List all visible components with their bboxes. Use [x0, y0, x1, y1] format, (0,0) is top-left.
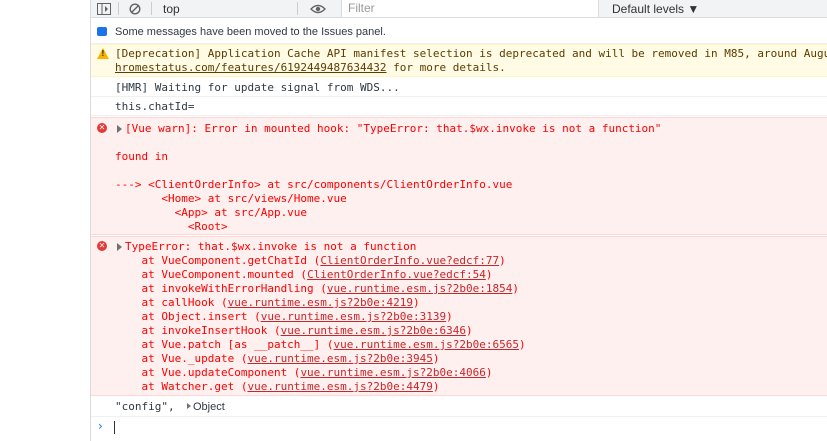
vue-warn-head[interactable]: [Vue warn]: Error in mounted hook: "Type… [125, 122, 661, 136]
chromestatus-link[interactable]: hromestatus.com/features/619244948763443… [115, 61, 387, 74]
stack-frame: at invokeWithErrorHandling (vue.runtime.… [115, 282, 519, 296]
stack-frame: at Object.insert (vue.runtime.esm.js?2b0… [115, 310, 453, 324]
stack-frame: at Vue.patch [as __patch__] (vue.runtime… [115, 338, 526, 352]
stack-frame: at Vue.updateComponent (vue.runtime.esm.… [115, 366, 493, 380]
issues-moved-message: Some messages have been moved to the Iss… [91, 18, 827, 44]
object-label[interactable]: Object [193, 400, 225, 414]
expand-triangle-icon[interactable] [117, 125, 122, 133]
source-link[interactable]: vue.runtime.esm.js?2b0e:4479 [247, 380, 432, 393]
stack-frame: at invokeInsertHook (vue.runtime.esm.js?… [115, 324, 473, 338]
error-icon: ✕ [97, 241, 107, 251]
source-link[interactable]: vue.runtime.esm.js?2b0e:1854 [327, 282, 512, 295]
frame-location: at Vue.patch [as __patch__] ( [115, 338, 334, 351]
stack-frame: at VueComponent.mounted (ClientOrderInfo… [115, 268, 493, 282]
filter-input[interactable]: Filter [341, 0, 599, 17]
component-trace-line: <App> at src/App.vue [115, 206, 308, 219]
component-trace-line: <Home> at src/views/Home.vue [115, 192, 347, 205]
chatid-log: this.chatId= [91, 97, 827, 116]
frame-location: at VueComponent.mounted ( [115, 268, 308, 281]
frame-location: at Watcher.get ( [115, 380, 248, 393]
config-log: "config", Object [91, 397, 827, 417]
deprecation-tail: for more details. [386, 61, 506, 74]
source-link[interactable]: vue.runtime.esm.js?2b0e:6565 [334, 338, 519, 351]
source-link[interactable]: vue.runtime.esm.js?2b0e:3139 [261, 310, 446, 323]
console-panel: top Filter Default levels ▼ Some message… [90, 0, 827, 441]
warning-icon: ! [97, 48, 109, 59]
deprecation-warning: ! [Deprecation] Application Cache API ma… [91, 44, 827, 77]
context-selector[interactable]: top [163, 0, 180, 17]
context-label: top [163, 1, 180, 16]
clear-console-icon[interactable] [129, 0, 141, 17]
live-expression-eye-icon[interactable] [310, 0, 326, 17]
frame-close-paren: ) [518, 338, 526, 351]
frame-close-paren: ) [446, 310, 453, 323]
frame-location: at invokeWithErrorHandling ( [115, 282, 327, 295]
source-link[interactable]: vue.runtime.esm.js?2b0e:4219 [228, 296, 413, 309]
stack-frame: at VueComponent.getChatId (ClientOrderIn… [115, 254, 506, 268]
component-trace-line: ---> <ClientOrderInfo> at src/components… [115, 178, 513, 191]
config-label: "config", [115, 400, 182, 413]
frame-close-paren: ) [485, 268, 493, 281]
frame-location: at callHook ( [115, 296, 228, 309]
issues-message-text: Some messages have been moved to the Iss… [115, 26, 386, 38]
stack-frame: at Watcher.get (vue.runtime.esm.js?2b0e:… [115, 380, 440, 394]
frame-location: at invokeInsertHook ( [115, 324, 281, 337]
source-link[interactable]: vue.runtime.esm.js?2b0e:4066 [300, 366, 485, 379]
frame-location: at VueComponent.getChatId ( [115, 254, 321, 267]
component-trace-line: <Root> [115, 220, 228, 233]
error-icon: ✕ [97, 123, 107, 133]
frame-close-paren: ) [432, 352, 440, 365]
frame-close-paren: ) [432, 380, 440, 393]
text-caret [114, 421, 115, 434]
frame-close-paren: ) [485, 366, 493, 379]
frame-close-paren: ) [512, 282, 519, 295]
sidebar-toggle-icon[interactable] [97, 0, 111, 17]
hmr-text: [HMR] Waiting for update signal from WDS… [115, 81, 400, 94]
deprecation-line2: hromestatus.com/features/619244948763443… [115, 61, 506, 75]
prompt-chevron-icon: › [98, 419, 103, 433]
stack-frame: at callHook (vue.runtime.esm.js?2b0e:421… [115, 296, 420, 310]
frame-location: at Object.insert ( [115, 310, 261, 323]
type-error: ✕ TypeError: that.$wx.invoke is not a fu… [91, 236, 827, 396]
source-link[interactable]: ClientOrderInfo.vue?edcf:77 [320, 254, 499, 267]
source-link[interactable]: vue.runtime.esm.js?2b0e:6346 [281, 324, 466, 337]
stack-frame: at Vue._update (vue.runtime.esm.js?2b0e:… [115, 352, 440, 366]
log-levels-dropdown[interactable]: Default levels ▼ [612, 0, 699, 17]
frame-close-paren: ) [413, 296, 420, 309]
hmr-log: [HMR] Waiting for update signal from WDS… [91, 79, 827, 97]
info-icon [97, 27, 107, 36]
source-link[interactable]: ClientOrderInfo.vue?edcf:54 [307, 268, 486, 281]
frame-close-paren: ) [499, 254, 506, 267]
object-expand-triangle-icon[interactable] [187, 403, 191, 409]
vue-warn-error: ✕ [Vue warn]: Error in mounted hook: "Ty… [91, 117, 827, 235]
type-error-head[interactable]: TypeError: that.$wx.invoke is not a func… [125, 240, 416, 254]
frame-close-paren: ) [466, 324, 473, 337]
chatid-text: this.chatId= [115, 100, 195, 113]
deprecation-text: [Deprecation] Application Cache API mani… [115, 47, 827, 60]
console-toolbar: top Filter Default levels ▼ [91, 0, 827, 18]
frame-location: at Vue._update ( [115, 352, 248, 365]
found-in-text: found in [115, 150, 168, 163]
console-prompt[interactable]: › [91, 418, 827, 438]
log-levels-label: Default levels ▼ [612, 1, 700, 16]
expand-triangle-icon[interactable] [117, 243, 122, 251]
frame-location: at Vue.updateComponent ( [115, 366, 301, 379]
source-link[interactable]: vue.runtime.esm.js?2b0e:3945 [247, 352, 432, 365]
